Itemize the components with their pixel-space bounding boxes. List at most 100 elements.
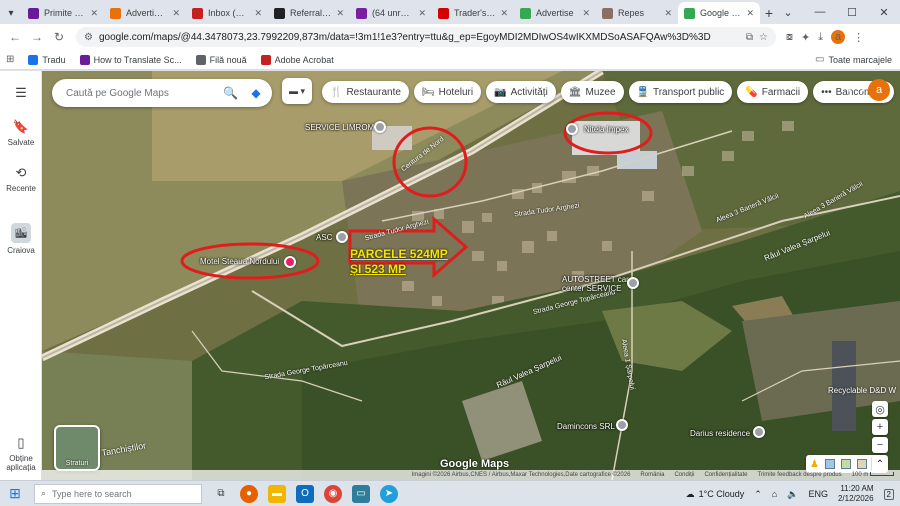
close-window-button[interactable]: ✕ xyxy=(868,0,900,24)
place-label-service-limrom[interactable]: SERVICE LIMROM xyxy=(305,123,374,132)
pegman-icon[interactable]: ♟ xyxy=(810,459,819,470)
feedback-link[interactable]: Trimite feedback despre produs xyxy=(757,472,841,478)
bookmark-item[interactable]: Filă nouă xyxy=(195,54,247,65)
category-chip[interactable]: 🍴 Restaurante xyxy=(322,81,409,103)
taskbar-search[interactable]: ⌕ xyxy=(34,483,202,504)
place-label-nitela[interactable]: Nitela Impex xyxy=(584,125,628,134)
browser-tab[interactable]: (64 unread) - ✕ xyxy=(350,2,432,24)
bookmark-item[interactable]: How to Translate Sc... xyxy=(79,54,182,65)
app-icon[interactable]: ▭ xyxy=(352,484,370,503)
outlook-icon[interactable]: O xyxy=(296,484,314,503)
weather-widget[interactable]: ☁ 1°C Cloudy xyxy=(686,489,745,500)
browser-tab[interactable]: Google Maps ✕ xyxy=(678,2,760,24)
firefox-icon[interactable]: ● xyxy=(240,484,258,503)
all-bookmarks[interactable]: ▭ Toate marcajele xyxy=(815,54,892,65)
place-pin-nitela[interactable] xyxy=(566,123,578,135)
saved-button[interactable]: 🔖 Salvate xyxy=(0,119,42,147)
place-label-motel[interactable]: Motel Steaua Nordului xyxy=(200,257,279,266)
browser-tab[interactable]: Repes ✕ xyxy=(596,2,678,24)
get-app-button[interactable]: ▯ Obține aplicația xyxy=(0,435,42,472)
address-bar[interactable]: ⚙ google.com/maps/@44.3478073,23.7992209… xyxy=(76,27,776,47)
tab-close-icon[interactable]: ✕ xyxy=(254,8,262,19)
volume-icon[interactable]: 🔈 xyxy=(787,489,798,500)
layer-mini-2[interactable] xyxy=(840,459,851,469)
bookmark-star-icon[interactable]: ☆ xyxy=(759,32,768,43)
place-label-darius[interactable]: Darius residence xyxy=(690,429,750,438)
directions-icon[interactable]: ◆ xyxy=(248,85,264,101)
puzzle-icon[interactable]: ✦ xyxy=(801,31,810,44)
bookmark-item[interactable]: Adobe Acrobat xyxy=(260,54,334,65)
keyboard-toggle-button[interactable]: ▬ ▾ xyxy=(282,78,312,104)
tray-chevron-icon[interactable]: ⌃ xyxy=(754,489,762,500)
browser-tab[interactable]: Inbox (805,6 ✕ xyxy=(186,2,268,24)
network-icon[interactable]: ⌂ xyxy=(772,489,777,499)
tab-close-icon[interactable]: ✕ xyxy=(500,8,508,19)
my-location-button[interactable]: ◎ xyxy=(872,401,888,417)
reload-button[interactable]: ↻ xyxy=(50,28,68,46)
category-chip[interactable]: 🛏 Hoteluri xyxy=(413,81,482,103)
clock[interactable]: 11:20 AM 2/12/2026 xyxy=(838,484,874,504)
task-view-icon[interactable]: ⧉ xyxy=(212,485,230,503)
maximize-button[interactable]: ☐ xyxy=(836,0,868,24)
back-button[interactable]: ← xyxy=(6,28,24,46)
url-text[interactable]: google.com/maps/@44.3478073,23.7992209,8… xyxy=(99,32,740,43)
forward-button[interactable]: → xyxy=(28,28,46,46)
place-pin-damincons[interactable] xyxy=(616,419,628,431)
tab-close-icon[interactable]: ✕ xyxy=(746,8,754,19)
browser-tab[interactable]: Advertise ✕ xyxy=(514,2,596,24)
tab-close-icon[interactable]: ✕ xyxy=(582,8,590,19)
profile-avatar[interactable]: a xyxy=(831,30,846,44)
place-pin-service-limrom[interactable] xyxy=(374,121,386,133)
tab-search-icon[interactable]: ▾ xyxy=(0,2,22,24)
scale-indicator[interactable]: 100 m xyxy=(852,472,894,478)
apps-grid-icon[interactable]: ⊞ xyxy=(6,54,14,65)
place-label-asc[interactable]: ASC xyxy=(316,233,332,242)
windows-start-icon[interactable]: ⊞ xyxy=(6,485,24,503)
menu-icon[interactable]: ⋮ xyxy=(853,31,864,44)
place-label-damincons[interactable]: Damincons SRL xyxy=(557,422,615,431)
tab-close-icon[interactable]: ✕ xyxy=(336,8,344,19)
category-chip[interactable]: 💊 Farmacii xyxy=(737,81,809,103)
layer-mini-1[interactable] xyxy=(824,459,835,469)
tab-close-icon[interactable]: ✕ xyxy=(418,8,426,19)
place-pin-asc[interactable] xyxy=(336,231,348,243)
maps-search-box[interactable]: 🔍 ◆ xyxy=(52,79,272,107)
browser-tab[interactable]: Advertise Ta ✕ xyxy=(104,2,186,24)
category-chip[interactable]: 📷 Activități xyxy=(486,81,556,103)
place-pin-darius[interactable] xyxy=(753,426,765,438)
browser-tab[interactable]: Primite - com ✕ xyxy=(22,2,104,24)
category-chip[interactable]: 🏛 Muzee xyxy=(560,81,624,103)
chevron-down-icon[interactable]: ⌄ xyxy=(772,0,804,24)
extensions-icon[interactable]: ⧇ xyxy=(786,31,793,44)
chrome-icon[interactable]: ◉ xyxy=(324,484,342,503)
search-input[interactable] xyxy=(66,87,214,99)
layers-toggle[interactable]: Straturi xyxy=(54,425,100,471)
tab-close-icon[interactable]: ✕ xyxy=(90,8,98,19)
browser-tab[interactable]: Trader's Hub ✕ xyxy=(432,2,514,24)
tab-close-icon[interactable]: ✕ xyxy=(172,8,180,19)
country-link[interactable]: România xyxy=(640,472,664,478)
bookmark-item[interactable]: Tradu xyxy=(28,54,66,65)
telegram-icon[interactable]: ➤ xyxy=(380,484,398,503)
zoom-in-button[interactable]: + xyxy=(872,419,888,435)
tab-close-icon[interactable]: ✕ xyxy=(664,8,672,19)
install-icon[interactable]: ⧉ xyxy=(746,32,753,43)
language-indicator[interactable]: ENG xyxy=(808,489,828,499)
taskbar-search-input[interactable] xyxy=(52,488,195,499)
menu-button[interactable]: ☰ xyxy=(0,85,42,101)
zoom-out-button[interactable]: − xyxy=(872,437,888,453)
minimize-button[interactable]: — xyxy=(804,0,836,24)
category-chip[interactable]: 🚆 Transport public xyxy=(628,81,733,103)
layer-mini-3[interactable] xyxy=(856,459,867,469)
privacy-link[interactable]: Confidențialitate xyxy=(704,472,747,478)
site-info-icon[interactable]: ⚙ xyxy=(84,32,93,43)
recent-place-craiova[interactable]: 🏙 Craiova xyxy=(0,223,42,255)
place-pin-motel[interactable] xyxy=(284,256,296,268)
download-icon[interactable]: ⤓ xyxy=(818,31,823,44)
terms-link[interactable]: Condiții xyxy=(674,472,694,478)
file-explorer-icon[interactable]: ▬ xyxy=(268,484,286,503)
account-avatar[interactable]: a xyxy=(868,79,890,101)
google-apps-icon[interactable]: ⋮⋮ xyxy=(843,83,869,99)
recent-button[interactable]: ⟲ Recente xyxy=(0,165,42,193)
place-label-recyclable[interactable]: Recyclable D&D W xyxy=(828,386,896,395)
